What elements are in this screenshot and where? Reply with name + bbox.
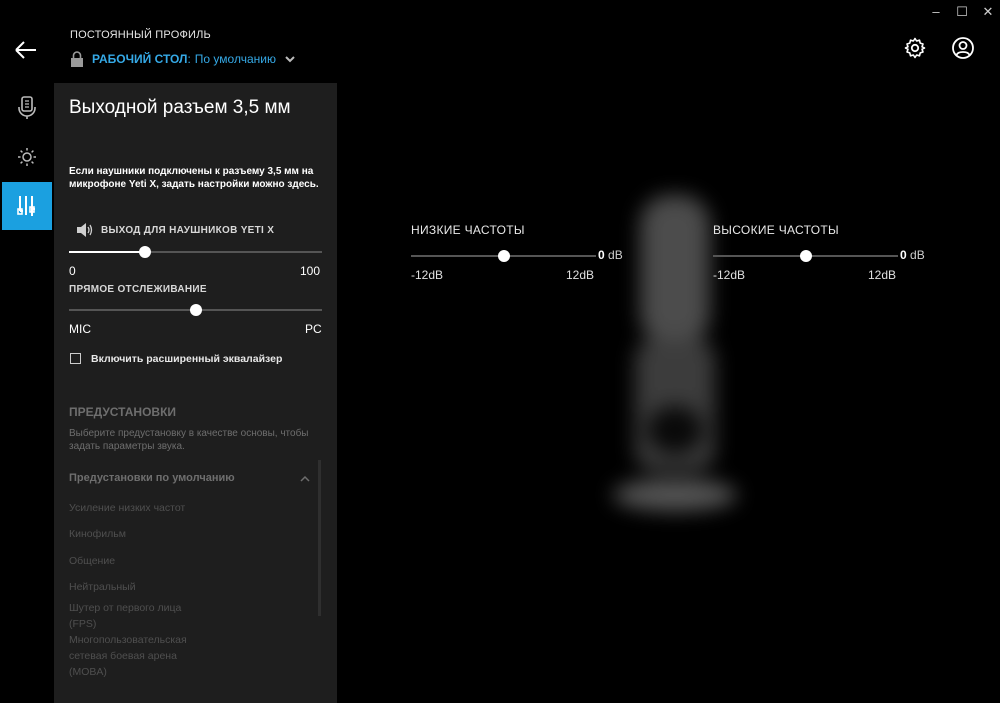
eq-low-slider-thumb[interactable]: [498, 250, 510, 262]
maximize-button[interactable]: ☐: [954, 4, 970, 20]
presets-group-header[interactable]: Предустановки по умолчанию: [69, 472, 235, 484]
eq-low-value: 0: [598, 248, 605, 262]
speaker-icon: [77, 223, 93, 237]
presets-title: ПРЕДУСТАНОВКИ: [69, 405, 177, 419]
eq-low-label: НИЗКИЕ ЧАСТОТЫ: [411, 223, 525, 237]
user-icon: [952, 37, 974, 59]
eq-high-value: 0: [900, 248, 907, 262]
monitoring-mic-label: MIC: [69, 322, 91, 336]
monitoring-slider-thumb[interactable]: [189, 304, 202, 316]
preset-fps[interactable]: Шутер от первого лица (FPS): [69, 600, 209, 632]
eq-low-unit: dB: [608, 248, 623, 262]
eq-high-db: 0 dB: [900, 248, 925, 262]
eq-high-label: ВЫСОКИЕ ЧАСТОТЫ: [713, 223, 839, 237]
arrow-left-icon: [15, 41, 36, 59]
headphone-max-label: 100: [300, 264, 321, 278]
settings-button[interactable]: [903, 36, 927, 60]
gear-icon: [904, 37, 926, 59]
eq-low-max: 12dB: [566, 268, 595, 282]
page-title: Выходной разъем 3,5 мм: [69, 97, 291, 118]
profile-label: ПОСТОЯННЫЙ ПРОФИЛЬ: [70, 29, 211, 41]
eq-high-unit: dB: [910, 248, 925, 262]
panel-description: Если наушники подключены к разъему 3,5 м…: [69, 166, 319, 190]
account-button[interactable]: [951, 36, 975, 60]
profile-selector[interactable]: РАБОЧИЙ СТОЛ : По умолчанию: [70, 51, 296, 67]
presets-scrollbar[interactable]: [318, 460, 321, 616]
preset-bass-boost[interactable]: Усиление низких частот: [69, 500, 209, 516]
chevron-down-icon: [285, 56, 295, 63]
advanced-eq-label[interactable]: Включить расширенный эквалайзер: [91, 353, 282, 365]
back-button[interactable]: [12, 36, 40, 64]
desktop-colon: :: [187, 52, 191, 66]
tab-microphone[interactable]: [2, 84, 52, 132]
eq-high-slider-thumb[interactable]: [800, 250, 812, 262]
eq-low-min: -12dB: [411, 268, 444, 282]
headphone-output-label: ВЫХОД ДЛЯ НАУШНИКОВ YETI X: [101, 225, 275, 236]
monitoring-label: ПРЯМОЕ ОТСЛЕЖИВАНИЕ: [69, 284, 207, 295]
brightness-icon: [18, 148, 36, 166]
close-button[interactable]: ✕: [980, 4, 996, 20]
monitoring-pc-label: PC: [305, 322, 322, 336]
eq-high-max: 12dB: [868, 268, 897, 282]
chevron-up-icon[interactable]: [299, 474, 311, 484]
preset-neutral[interactable]: Нейтральный: [69, 579, 209, 595]
preset-communication[interactable]: Общение: [69, 553, 209, 569]
headphone-slider-thumb[interactable]: [138, 246, 151, 258]
audio-output-icon: [17, 196, 35, 216]
lock-icon: [71, 51, 83, 67]
eq-low-db: 0 dB: [598, 248, 623, 262]
tab-output[interactable]: [2, 182, 52, 230]
preset-moba[interactable]: Многопользовательская сетевая боевая аре…: [69, 632, 209, 680]
headphone-slider-fill: [69, 251, 145, 253]
desktop-label: РАБОЧИЙ СТОЛ: [92, 52, 188, 66]
presets-description: Выберите предустановку в качестве основы…: [69, 428, 309, 452]
advanced-eq-checkbox[interactable]: [70, 353, 81, 364]
preset-movie[interactable]: Кинофильм: [69, 526, 209, 542]
microphone-icon: [18, 96, 36, 119]
minimize-button[interactable]: –: [928, 4, 944, 20]
desktop-value: По умолчанию: [194, 52, 276, 66]
tab-lighting[interactable]: [2, 133, 52, 181]
eq-high-min: -12dB: [713, 268, 746, 282]
headphone-min-label: 0: [69, 264, 76, 278]
